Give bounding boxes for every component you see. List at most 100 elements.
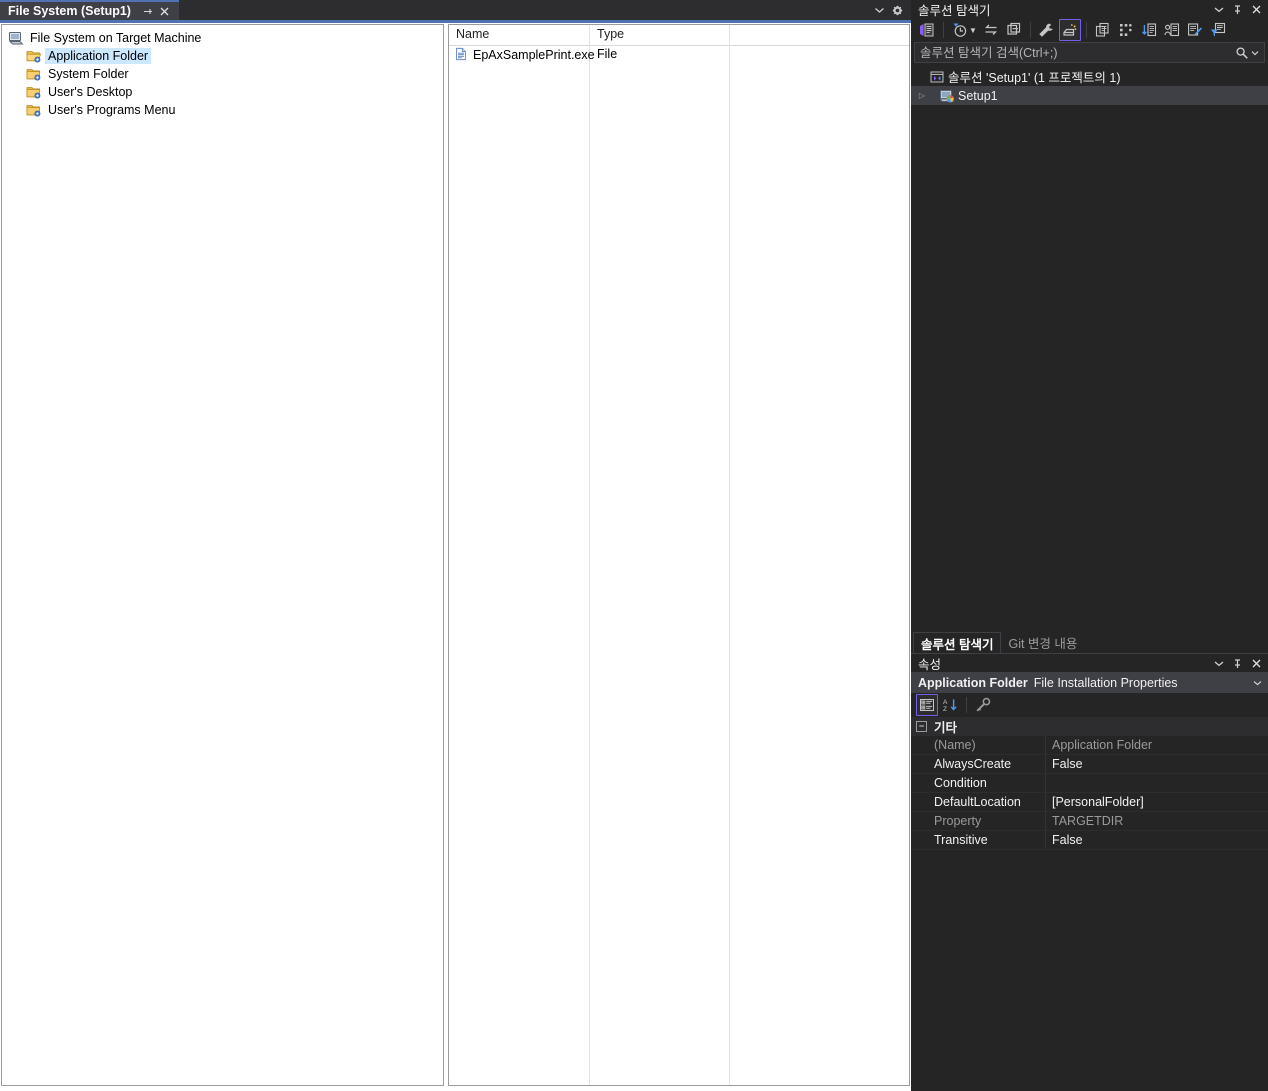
- editor-region: File System (Setup1) File System on Targ…: [0, 0, 911, 1091]
- property-value[interactable]: [PersonalFolder]: [1046, 793, 1268, 811]
- property-value[interactable]: TARGETDIR: [1046, 812, 1268, 830]
- properties-category-row[interactable]: − 기타: [911, 717, 1268, 736]
- pin-icon[interactable]: [1232, 658, 1243, 669]
- file-icon: [454, 47, 470, 63]
- collapse-all-icon[interactable]: [1092, 19, 1114, 41]
- column-body-name: EpAxSamplePrint.exe: [449, 45, 595, 1085]
- document-tab-label: File System (Setup1): [8, 3, 131, 18]
- project-node-setup1[interactable]: ▷ Setup1: [911, 86, 1268, 105]
- tab-solution-explorer[interactable]: 솔루션 탐색기: [913, 632, 1002, 653]
- pending-changes-icon[interactable]: [949, 19, 971, 41]
- tree-item-application-folder[interactable]: Application Folder: [4, 47, 443, 65]
- folder-icon: [26, 84, 42, 100]
- search-input[interactable]: [920, 45, 1235, 60]
- column-body-type: File: [590, 45, 730, 1085]
- tab-git-changes[interactable]: Git 변경 내용: [1001, 632, 1084, 653]
- categorized-icon[interactable]: [916, 694, 938, 716]
- alphabetical-sort-icon[interactable]: A Z: [939, 694, 961, 716]
- folder-icon: [26, 102, 42, 118]
- code-view-icon[interactable]: [916, 19, 938, 41]
- tree-item-label: User's Programs Menu: [48, 103, 176, 117]
- search-icon[interactable]: [1235, 46, 1249, 60]
- visual-studio-window: File System (Setup1) File System on Targ…: [0, 0, 1268, 1091]
- solution-icon: [929, 69, 945, 85]
- solution-node-row[interactable]: 솔루션 'Setup1' (1 프로젝트의 1): [911, 67, 1268, 86]
- folder-contents-pane: Name Type EpAxSamplePrint.exe File: [448, 24, 910, 1086]
- property-pages-icon[interactable]: [972, 694, 994, 716]
- property-value[interactable]: Application Folder: [1046, 736, 1268, 754]
- solution-explorer-title: 솔루션 탐색기: [918, 3, 991, 18]
- svg-text:A: A: [943, 699, 948, 706]
- property-row-transitive[interactable]: Transitive False: [911, 831, 1268, 850]
- properties-object-name: Application Folder: [918, 675, 1028, 690]
- right-dock: 솔루션 탐색기 ▼ 솔루션 탐색기 검색(Ctrl+;) 솔루션 'Setup1…: [911, 0, 1268, 1091]
- property-row-name[interactable]: (Name) Application Folder: [911, 736, 1268, 755]
- column-header-blank: [730, 25, 909, 45]
- column-header-name[interactable]: Name: [449, 25, 590, 45]
- solution-explorer-tabstrip: 솔루션 탐색기 Git 변경 내용: [911, 631, 1268, 653]
- collapse-toggle-icon[interactable]: −: [916, 721, 927, 732]
- property-name: Condition: [930, 774, 1046, 792]
- show-all-files-icon[interactable]: [1058, 19, 1081, 41]
- edit-view-icon[interactable]: [1184, 19, 1206, 41]
- chevron-down-icon[interactable]: [874, 6, 885, 14]
- property-value[interactable]: False: [1046, 755, 1268, 773]
- chevron-down-icon[interactable]: [1214, 660, 1224, 667]
- property-name: Property: [930, 812, 1046, 830]
- close-icon[interactable]: [1251, 4, 1262, 15]
- pin-icon[interactable]: [1232, 4, 1243, 15]
- chevron-down-icon[interactable]: [1253, 680, 1262, 686]
- tree-item-users-desktop[interactable]: User's Desktop: [4, 83, 443, 101]
- property-value[interactable]: [1046, 774, 1268, 792]
- properties-window: 속성 Application Folder File Installation …: [911, 653, 1268, 1084]
- column-header-type[interactable]: Type: [590, 25, 730, 45]
- property-row-alwayscreate[interactable]: AlwaysCreate False: [911, 755, 1268, 774]
- property-row-defaultlocation[interactable]: DefaultLocation [PersonalFolder]: [911, 793, 1268, 812]
- tree-root-row[interactable]: File System on Target Machine: [4, 29, 443, 47]
- project-node-label: Setup1: [958, 88, 998, 103]
- file-system-tree-pane: File System on Target Machine Applicatio…: [1, 24, 444, 1086]
- chevron-right-icon[interactable]: ▷: [915, 91, 929, 100]
- properties-wrench-icon[interactable]: [1036, 19, 1058, 41]
- list-column-headers: Name Type: [449, 25, 909, 46]
- properties-toolbar: A Z: [911, 693, 1268, 717]
- solution-node-label: 솔루션 'Setup1' (1 프로젝트의 1): [948, 71, 1121, 85]
- solution-explorer-tree: 솔루션 'Setup1' (1 프로젝트의 1) ▷ Setup1: [911, 66, 1268, 631]
- properties-object-selector[interactable]: Application Folder File Installation Pro…: [911, 672, 1268, 693]
- list-rows: EpAxSamplePrint.exe File: [449, 45, 909, 1085]
- tree-root-label: File System on Target Machine: [30, 31, 202, 45]
- sort-icon[interactable]: [1138, 19, 1160, 41]
- property-row-property[interactable]: Property TARGETDIR: [911, 812, 1268, 831]
- sync-with-active-document-icon[interactable]: [980, 19, 1002, 41]
- tree-item-label: User's Desktop: [48, 85, 133, 99]
- solution-explorer-search[interactable]: [914, 42, 1265, 63]
- document-tab-file-system[interactable]: File System (Setup1): [0, 0, 179, 20]
- properties-object-type: File Installation Properties: [1033, 675, 1178, 690]
- refresh-icon[interactable]: [1003, 19, 1025, 41]
- person-view-icon[interactable]: [1161, 19, 1183, 41]
- chevron-down-icon[interactable]: [1214, 6, 1224, 13]
- properties-grid: − 기타 (Name) Application Folder AlwaysCre…: [911, 717, 1268, 1084]
- close-icon[interactable]: [156, 6, 173, 17]
- chevron-down-icon[interactable]: ▼: [969, 26, 977, 35]
- property-row-condition[interactable]: Condition: [911, 774, 1268, 793]
- document-tabstrip: File System (Setup1): [0, 0, 911, 20]
- filter-icon[interactable]: [1207, 19, 1229, 41]
- svg-text:Z: Z: [943, 706, 947, 713]
- chevron-down-icon[interactable]: [1251, 50, 1259, 56]
- property-name: Transitive: [930, 831, 1046, 849]
- preview-selected-items-icon[interactable]: [1115, 19, 1137, 41]
- list-item[interactable]: EpAxSamplePrint.exe: [449, 45, 595, 64]
- tree-item-system-folder[interactable]: System Folder: [4, 65, 443, 83]
- properties-titlebar: 속성: [911, 654, 1268, 672]
- property-value[interactable]: False: [1046, 831, 1268, 849]
- property-name: DefaultLocation: [930, 793, 1046, 811]
- gear-icon[interactable]: [891, 4, 904, 17]
- solution-explorer-window: 솔루션 탐색기 ▼ 솔루션 탐색기 검색(Ctrl+;) 솔루션 'Setup1…: [911, 0, 1268, 653]
- tree-item-users-programs-menu[interactable]: User's Programs Menu: [4, 101, 443, 119]
- solution-explorer-titlebar: 솔루션 탐색기: [911, 0, 1268, 18]
- pin-icon[interactable]: [139, 6, 156, 17]
- folder-open-icon: [26, 48, 42, 64]
- list-item-type: File: [597, 47, 618, 61]
- close-icon[interactable]: [1251, 658, 1262, 669]
